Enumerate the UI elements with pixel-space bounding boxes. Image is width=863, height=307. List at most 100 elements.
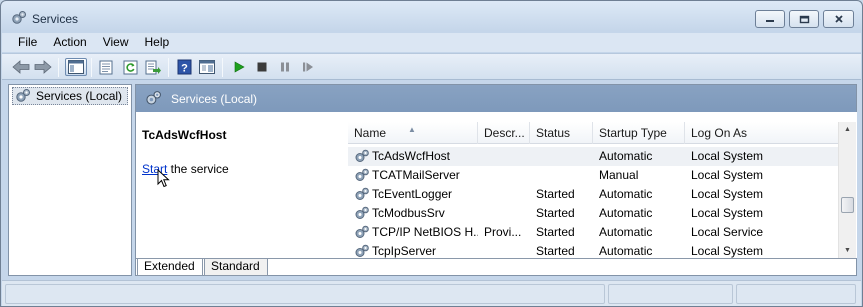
- table-row[interactable]: TCATMailServer Manual Local System: [348, 166, 838, 185]
- gears-icon: [16, 89, 30, 102]
- column-header-status[interactable]: Status: [530, 122, 593, 144]
- row-name: TCP/IP NetBIOS H...: [372, 225, 478, 239]
- menu-view[interactable]: View: [95, 33, 137, 52]
- start-service-line: Start the service: [142, 162, 229, 176]
- row-name: TcpIpServer: [372, 244, 437, 258]
- properties-button[interactable]: [96, 58, 116, 76]
- row-log-on-as: Local System: [691, 187, 764, 201]
- window-title: Services: [32, 12, 79, 26]
- tree-item-services-local[interactable]: Services (Local): [12, 87, 128, 105]
- maximize-button[interactable]: [789, 10, 819, 28]
- row-status: Started: [536, 244, 575, 258]
- stop-service-button[interactable]: [252, 58, 272, 76]
- service-gear-icon: [355, 225, 369, 238]
- refresh-button[interactable]: [120, 58, 140, 76]
- status-segment: [5, 284, 605, 304]
- row-description: [484, 147, 530, 166]
- menu-file[interactable]: File: [2, 33, 45, 52]
- menu-help[interactable]: Help: [137, 33, 178, 52]
- row-status: [536, 147, 594, 166]
- show-action-pane-icon: [199, 60, 215, 74]
- row-name: TcAdsWcfHost: [372, 149, 451, 163]
- table-row[interactable]: TcpIpServer Started Automatic Local Syst…: [348, 242, 838, 258]
- console-tree-button[interactable]: [65, 58, 87, 76]
- pause-service-icon: [281, 62, 289, 72]
- row-status: Started: [536, 206, 575, 220]
- status-segment: [608, 284, 733, 304]
- scrollbar-thumb[interactable]: [841, 197, 854, 213]
- title-bar[interactable]: Services: [1, 1, 862, 33]
- row-status: Started: [536, 225, 575, 239]
- row-log-on-as: Local System: [691, 206, 764, 220]
- column-header-description[interactable]: Descr...: [478, 122, 530, 144]
- row-startup-type: Automatic: [599, 206, 653, 220]
- service-gear-icon: [355, 244, 369, 257]
- row-log-on-as: Local Service: [691, 225, 764, 239]
- menu-bar: File Action View Help: [2, 33, 861, 52]
- row-startup-type: Manual: [599, 168, 639, 182]
- menu-action[interactable]: Action: [45, 33, 94, 52]
- services-panel: Services (Local) TcAdsWcfHost Start the …: [135, 84, 857, 276]
- minimize-button[interactable]: [755, 10, 785, 28]
- panel-header: Services (Local): [136, 85, 856, 112]
- scroll-down-icon[interactable]: ▼: [839, 243, 856, 258]
- row-name: TcEventLogger: [372, 187, 453, 201]
- row-description: [484, 242, 530, 258]
- row-log-on-as: Local System: [691, 168, 764, 182]
- restart-service-icon: [303, 62, 313, 72]
- table-row[interactable]: TCP/IP NetBIOS H... Provi... Started Aut…: [348, 223, 838, 242]
- tab-extended[interactable]: Extended: [137, 259, 203, 276]
- tab-standard[interactable]: Standard: [204, 259, 268, 276]
- service-gear-icon: [355, 149, 369, 162]
- services-window: Services File Action View Help ? Service…: [0, 0, 863, 307]
- row-log-on-as: Local System: [691, 149, 764, 163]
- toolbar: ?: [2, 53, 861, 80]
- row-description: [484, 204, 530, 223]
- show-hide-console-tree-icon: [68, 60, 84, 74]
- export-list-icon: [145, 60, 161, 74]
- service-gear-icon: [355, 168, 369, 181]
- column-header-startup-type[interactable]: Startup Type: [593, 122, 685, 144]
- close-button[interactable]: [823, 10, 854, 28]
- panel-title: Services (Local): [171, 92, 258, 106]
- scroll-up-icon[interactable]: ▲: [839, 122, 856, 137]
- column-header-row: Name ▲ Descr... Status Startup Type Log …: [348, 122, 838, 144]
- row-description: Provi...: [484, 225, 522, 239]
- stop-service-icon: [257, 62, 267, 72]
- row-startup-type: Automatic: [599, 225, 653, 239]
- back-button[interactable]: [11, 58, 31, 76]
- table-row[interactable]: TcAdsWcfHost Automatic Local System: [348, 147, 838, 166]
- column-header-name[interactable]: Name ▲: [348, 122, 478, 144]
- row-startup-type: Automatic: [599, 187, 653, 201]
- status-bar: [2, 280, 861, 306]
- show-action-pane-button[interactable]: [197, 58, 217, 76]
- tree-item-label: Services (Local): [36, 89, 123, 103]
- mouse-pointer-icon: [157, 169, 170, 188]
- row-startup-type: Automatic: [599, 149, 653, 163]
- restart-service-button[interactable]: [298, 58, 318, 76]
- back-icon: [12, 60, 30, 74]
- properties-icon: [99, 60, 113, 74]
- sort-ascending-icon: ▲: [408, 125, 416, 134]
- row-status: [536, 166, 594, 185]
- vertical-scrollbar[interactable]: ▲ ▼: [838, 122, 856, 258]
- table-row[interactable]: TcModbusSrv Started Automatic Local Syst…: [348, 204, 838, 223]
- start-service-icon: [234, 61, 245, 73]
- column-header-log-on-as[interactable]: Log On As: [685, 122, 838, 144]
- start-service-button[interactable]: [229, 58, 249, 76]
- service-gear-icon: [355, 187, 369, 200]
- service-gear-icon: [355, 206, 369, 219]
- forward-button[interactable]: [33, 58, 53, 76]
- services-list: Name ▲ Descr... Status Startup Type Log …: [348, 112, 857, 258]
- row-status: Started: [536, 187, 575, 201]
- export-list-button[interactable]: [143, 58, 163, 76]
- help-button[interactable]: ?: [174, 58, 194, 76]
- forward-icon: [34, 60, 52, 74]
- restore-icon: [799, 15, 809, 23]
- row-description: [484, 166, 530, 185]
- minimize-icon: [766, 20, 774, 22]
- row-description: [484, 185, 530, 204]
- table-row[interactable]: TcEventLogger Started Automatic Local Sy…: [348, 185, 838, 204]
- pause-service-button[interactable]: [275, 58, 295, 76]
- help-icon: ?: [177, 59, 191, 75]
